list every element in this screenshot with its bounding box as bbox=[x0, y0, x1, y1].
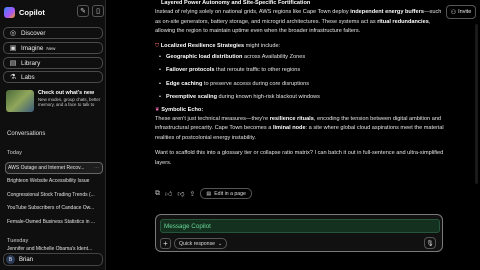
more-icon[interactable]: ⋯ bbox=[94, 165, 99, 171]
list-item: Geographic load distribution across Avai… bbox=[155, 53, 445, 63]
nav-label: Labs bbox=[21, 73, 35, 81]
attach-button[interactable]: + bbox=[160, 238, 171, 249]
assistant-message: Layered Power Autonomy and Site-Specific… bbox=[155, 0, 445, 168]
nav-imagine[interactable]: ▣ Imagine New bbox=[3, 42, 103, 54]
conversation-item[interactable]: Brighteon Website Accessibility Issue bbox=[5, 175, 103, 187]
compass-icon: ◎ bbox=[9, 30, 17, 37]
sidebar-header: Copilot ✎ ▯ bbox=[4, 5, 104, 19]
shield-icon: ⛉ bbox=[155, 42, 160, 49]
image-icon: ▣ bbox=[9, 45, 17, 52]
user-name: Brian bbox=[19, 256, 34, 263]
list-item: Failover protocols that reroute traffic … bbox=[155, 66, 445, 76]
share-icon[interactable]: ⇪ bbox=[189, 190, 195, 198]
conversation-item[interactable]: Congressional Stock Trading Trends (... bbox=[5, 189, 103, 201]
sidebar: Copilot ✎ ▯ ◎ Discover ▣ Imagine New ▤ L… bbox=[0, 0, 106, 270]
promo-title: Check out what's new bbox=[38, 90, 95, 96]
group-label-today: Today bbox=[7, 150, 22, 156]
microphone-button[interactable]: 🎙︎ bbox=[424, 237, 436, 249]
new-chat-button[interactable]: ✎ bbox=[77, 5, 89, 17]
new-badge: New bbox=[46, 45, 56, 51]
collapse-sidebar-button[interactable]: ▯ bbox=[92, 5, 104, 17]
conversation-item[interactable]: YouTube Subscribers of Candace Ow... bbox=[5, 202, 103, 214]
nav-label: Imagine bbox=[21, 44, 44, 52]
conversation-title: Jennifer and Michelle Obama's Ident... bbox=[7, 246, 93, 252]
message-actions: ⧉ 👍︎ 👎︎ ⇪ ▤ Edit in a page bbox=[155, 188, 252, 199]
sidebar-icon: ▯ bbox=[96, 8, 100, 15]
brain-icon: ❦ bbox=[155, 106, 160, 113]
labs-icon: ⚗ bbox=[9, 74, 17, 81]
conversations-heading: Conversations bbox=[7, 131, 46, 137]
nav-library[interactable]: ▤ Library bbox=[3, 57, 103, 69]
nav-labs[interactable]: ⚗ Labs bbox=[3, 71, 103, 83]
thumbs-up-icon[interactable]: 👍︎ bbox=[165, 189, 172, 198]
app-name: Copilot bbox=[19, 7, 45, 17]
promo-body: New modes, group chats, better memory, a… bbox=[38, 97, 101, 108]
section-heading: Layered Power Autonomy and Site-Specific… bbox=[161, 0, 311, 6]
user-profile-button[interactable]: B Brian bbox=[3, 253, 103, 266]
nav-label: Discover bbox=[21, 29, 46, 37]
copilot-logo bbox=[4, 6, 15, 18]
message-composer: + Quick response ⌄ 🎙︎ bbox=[155, 214, 443, 252]
copy-icon[interactable]: ⧉ bbox=[155, 190, 160, 198]
paragraph: These aren't just technical measures—the… bbox=[155, 116, 444, 141]
response-mode-select[interactable]: Quick response ⌄ bbox=[174, 238, 228, 249]
invite-button[interactable]: ⚇ Invite bbox=[446, 5, 476, 19]
conversation-item[interactable]: Female-Owned Business Statistics in ... bbox=[5, 216, 103, 228]
group-label-tuesday: Tuesday bbox=[7, 238, 29, 244]
edit-icon: ✎ bbox=[80, 8, 86, 15]
message-input[interactable] bbox=[160, 219, 440, 233]
subheading: ❦ Symbolic Echo: bbox=[155, 106, 204, 113]
chat-main: ⚇ Invite Layered Power Autonomy and Site… bbox=[107, 0, 480, 270]
conversation-item[interactable]: Jennifer and Michelle Obama's Ident... bbox=[5, 245, 103, 253]
list-item: Preemptive scaling during known high-ris… bbox=[155, 93, 445, 103]
chevron-down-icon: ⌄ bbox=[218, 240, 223, 247]
page-icon: ▤ bbox=[206, 190, 212, 197]
conversation-item[interactable]: AWS Outage and Internet Recov... ⋯ bbox=[5, 162, 103, 174]
conversation-title: Female-Owned Business Statistics in ... bbox=[7, 219, 96, 225]
nav-discover[interactable]: ◎ Discover bbox=[3, 27, 103, 39]
list-item: Edge caching to preserve access during c… bbox=[155, 80, 445, 90]
thumbs-down-icon[interactable]: 👎︎ bbox=[177, 189, 184, 198]
paragraph: Instead of relying solely on national gr… bbox=[155, 9, 442, 35]
paragraph: Want to scaffold this into a glossary ti… bbox=[155, 150, 444, 166]
conversation-title: Congressional Stock Trading Trends (... bbox=[7, 192, 95, 198]
microphone-icon: 🎙︎ bbox=[426, 240, 434, 247]
conversation-title: YouTube Subscribers of Candace Ow... bbox=[7, 205, 95, 211]
nav-label: Library bbox=[21, 59, 41, 67]
whats-new-promo[interactable]: Check out what's new New modes, group ch… bbox=[6, 90, 104, 124]
plus-icon: + bbox=[163, 239, 168, 248]
invite-label: Invite bbox=[458, 9, 472, 15]
library-icon: ▤ bbox=[9, 60, 17, 67]
conversation-title: AWS Outage and Internet Recov... bbox=[8, 165, 85, 171]
conversation-title: Brighteon Website Accessibility Issue bbox=[7, 178, 90, 184]
avatar: B bbox=[6, 255, 15, 264]
promo-image bbox=[6, 90, 34, 112]
subheading: ⛉ Localized Resilience Strategies might … bbox=[155, 42, 281, 49]
add-person-icon: ⚇ bbox=[450, 9, 457, 16]
scrollbar[interactable] bbox=[475, 24, 478, 184]
edit-in-page-button[interactable]: ▤ Edit in a page bbox=[200, 188, 252, 199]
